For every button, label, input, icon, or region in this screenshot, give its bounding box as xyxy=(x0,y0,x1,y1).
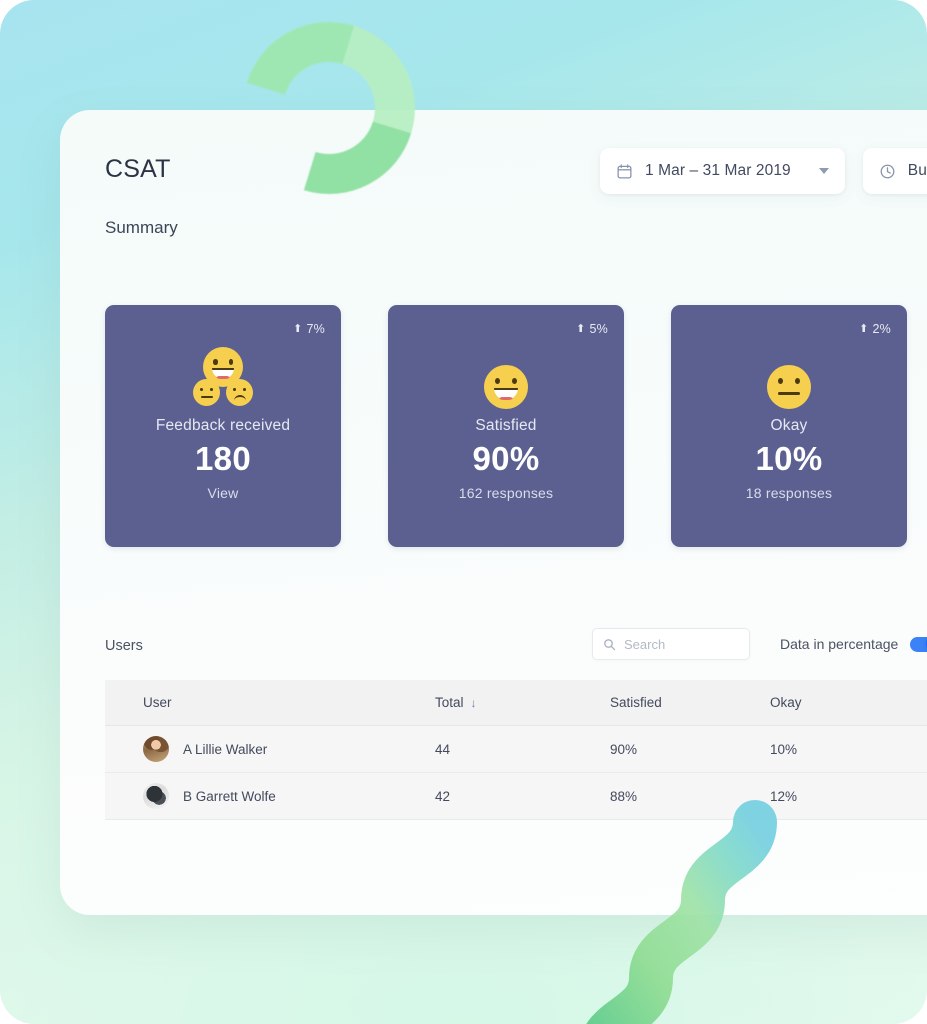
summary-section-label: Summary xyxy=(105,218,178,237)
users-toolbar: Data in percentage xyxy=(592,628,927,660)
summary-cards: ⬆ 7% Feedback received 180 View ⬆ 5% Sat… xyxy=(105,305,907,547)
cell-user: B Garrett Wolfe xyxy=(105,783,435,809)
data-in-percentage-toggle[interactable] xyxy=(910,633,927,654)
table-row[interactable]: A Lillie Walker 44 90% 10% xyxy=(105,726,927,773)
column-header-satisfied-label: Satisfied xyxy=(610,695,662,710)
arrow-up-icon: ⬆ xyxy=(293,322,303,335)
dashboard-panel: CSAT 1 Mar – 31 Mar 2019 Busines Summary xyxy=(60,110,927,915)
three-faces-icon xyxy=(105,347,341,409)
delta-badge: ⬆ 5% xyxy=(576,322,608,336)
page-title: CSAT xyxy=(105,155,171,183)
card-label: Feedback received xyxy=(155,417,291,434)
cell-total: 44 xyxy=(435,741,451,757)
table-header-row: User Total ↓ Satisfied Okay xyxy=(105,680,927,726)
table-row[interactable]: B Garrett Wolfe 42 88% 12% xyxy=(105,773,927,820)
calendar-icon xyxy=(617,163,632,179)
business-hours-filter[interactable]: Busines xyxy=(862,148,927,194)
column-header-okay[interactable]: Okay xyxy=(770,695,927,710)
column-header-total-label: Total xyxy=(435,695,464,710)
date-range-filter[interactable]: 1 Mar – 31 Mar 2019 xyxy=(600,148,845,194)
cell-okay: 10% xyxy=(770,741,798,757)
arrow-up-icon: ⬆ xyxy=(859,322,869,335)
summary-card-okay[interactable]: ⬆ 2% Okay 10% 18 responses xyxy=(671,305,907,547)
avatar xyxy=(143,736,169,762)
header-controls: 1 Mar – 31 Mar 2019 Busines xyxy=(600,148,927,194)
smiling-face-icon xyxy=(388,347,624,409)
card-responses: 162 responses xyxy=(458,485,554,501)
card-label: Satisfied xyxy=(475,417,537,434)
delta-value: 2% xyxy=(872,322,891,336)
arrow-up-icon: ⬆ xyxy=(576,322,586,335)
column-header-satisfied[interactable]: Satisfied xyxy=(610,695,770,710)
summary-card-satisfied[interactable]: ⬆ 5% Satisfied 90% 162 responses xyxy=(388,305,624,547)
delta-badge: ⬆ 2% xyxy=(859,322,891,336)
data-in-percentage-toggle-group[interactable]: Data in percentage xyxy=(780,633,927,654)
cell-user: A Lillie Walker xyxy=(105,736,435,762)
column-header-user[interactable]: User xyxy=(105,695,435,710)
users-section-label: Users xyxy=(105,638,143,654)
cell-total: 42 xyxy=(435,788,451,804)
cell-satisfied: 90% xyxy=(610,741,638,757)
card-value: 10% xyxy=(755,440,823,477)
users-table: User Total ↓ Satisfied Okay A Lillie Walk… xyxy=(105,680,927,820)
delta-value: 5% xyxy=(589,322,608,336)
delta-badge: ⬆ 7% xyxy=(293,322,325,336)
column-header-user-label: User xyxy=(143,695,172,710)
summary-card-feedback-received[interactable]: ⬆ 7% Feedback received 180 View xyxy=(105,305,341,547)
business-hours-label: Busines xyxy=(907,162,927,179)
delta-value: 7% xyxy=(306,322,325,336)
column-header-total[interactable]: Total ↓ xyxy=(435,695,610,710)
card-label: Okay xyxy=(770,417,808,434)
search-box[interactable] xyxy=(592,628,750,660)
search-icon xyxy=(604,638,616,650)
card-responses: 18 responses xyxy=(745,485,833,501)
cell-satisfied: 88% xyxy=(610,788,638,804)
card-value: 180 xyxy=(195,440,251,477)
sort-descending-icon[interactable]: ↓ xyxy=(471,696,477,710)
user-name: B Garrett Wolfe xyxy=(183,788,276,804)
date-range-label: 1 Mar – 31 Mar 2019 xyxy=(645,162,791,179)
card-value: 90% xyxy=(472,440,540,477)
chevron-down-icon xyxy=(818,168,829,174)
column-header-okay-label: Okay xyxy=(770,695,802,710)
card-view-link[interactable]: View xyxy=(105,485,341,501)
neutral-face-icon xyxy=(671,347,907,409)
clock-icon xyxy=(880,164,895,178)
search-input[interactable] xyxy=(624,636,739,652)
user-name: A Lillie Walker xyxy=(183,741,268,757)
toggle-label: Data in percentage xyxy=(780,636,899,652)
cell-okay: 12% xyxy=(770,788,798,804)
avatar xyxy=(143,783,169,809)
